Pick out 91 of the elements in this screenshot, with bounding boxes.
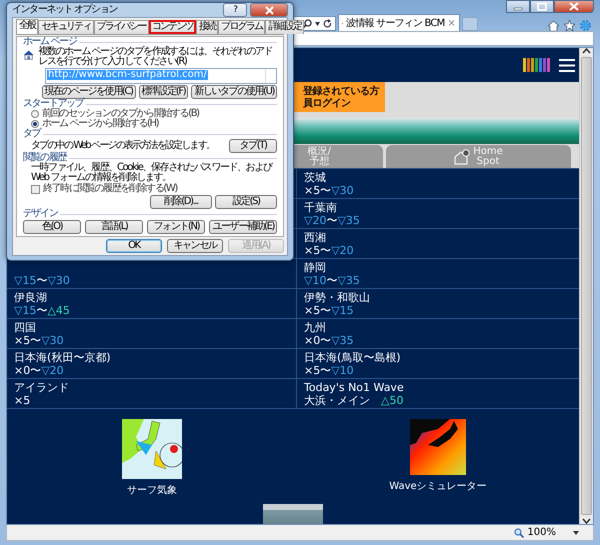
- dialog-tab[interactable]: プライバシー: [94, 20, 149, 34]
- section-heading: 閲覧の履歴: [23, 153, 66, 163]
- nav-tab-label: Home Spot: [473, 146, 503, 166]
- dialog-button[interactable]: ユーザー補助(E): [209, 220, 277, 234]
- weather-map-drawing[interactable]: [122, 419, 182, 479]
- logo-bars-icon: [523, 58, 551, 72]
- dialog-tab[interactable]: プログラム: [218, 20, 266, 34]
- zoom-level[interactable]: 100%: [527, 527, 556, 538]
- dialog-tab[interactable]: セキュリティ: [38, 20, 94, 34]
- scroll-down-icon[interactable]: [582, 518, 591, 524]
- section-heading: タブ: [23, 129, 40, 139]
- window-button[interactable]: [506, 0, 530, 13]
- search-icon[interactable]: [302, 18, 312, 28]
- help-button[interactable]: ?: [223, 3, 247, 17]
- dialog-tab[interactable]: コンテンツ: [148, 20, 196, 34]
- feature-label[interactable]: Waveシミュレーター: [389, 481, 487, 492]
- feature-label[interactable]: サーフ気象: [127, 485, 177, 496]
- caret-icon[interactable]: [573, 530, 579, 534]
- window-button[interactable]: [530, 0, 554, 13]
- star-icon[interactable]: [564, 20, 575, 31]
- wave-forecast: ×5〜▽30: [304, 184, 355, 197]
- close-button[interactable]: [250, 3, 288, 17]
- wave-forecast: ▽20〜▽35: [304, 214, 361, 227]
- wave-forecast: ×0〜▽35: [304, 334, 355, 347]
- close-icon: [568, 2, 580, 11]
- caret-icon[interactable]: [315, 22, 320, 26]
- spot-name: 静岡: [304, 261, 327, 274]
- section-heading: デザイン: [23, 209, 58, 219]
- dialog-button[interactable]: 設定(S): [215, 195, 277, 209]
- wave-forecast: ×5〜▽30: [14, 334, 65, 347]
- wave-forecast: ×5〜▽20: [304, 244, 355, 257]
- wave-forecast: ▽10〜▽35: [304, 274, 361, 287]
- wave-forecast: 大浜・メイン △50: [304, 394, 404, 407]
- dialog-tab[interactable]: 詳細設定: [265, 20, 304, 34]
- house-icon: [454, 148, 470, 164]
- radio-label: ホーム ページから開始する(H): [42, 119, 158, 129]
- dialog-button[interactable]: キャンセル: [167, 239, 223, 253]
- dialog-button[interactable]: フォント(N): [147, 220, 206, 234]
- dialog-tab[interactable]: 接続: [196, 20, 218, 34]
- radio-button[interactable]: [31, 110, 39, 118]
- tab-title: 波情報 サーフィン BCM: [346, 16, 444, 30]
- wave-forecast: ×5〜▽15: [304, 304, 355, 317]
- section-heading: スタートアップ: [23, 99, 84, 109]
- spot-name: 四国: [14, 321, 37, 334]
- nav-tab-label: 概況/ 予想: [308, 146, 331, 166]
- dialog-button: 適用(A): [228, 239, 284, 253]
- spot-name: 日本海(鳥取〜島根): [304, 351, 402, 364]
- refresh-icon[interactable]: [323, 18, 332, 28]
- dialog-button[interactable]: OK: [106, 239, 162, 253]
- spot-name: Today's No1 Wave: [304, 381, 405, 394]
- dialog-button[interactable]: 標準設定(F): [138, 85, 188, 99]
- zoom-icon: [514, 528, 524, 538]
- spot-name: 西湘: [304, 231, 327, 244]
- dialog-tab[interactable]: 全般: [16, 19, 38, 34]
- scroll-up-icon[interactable]: [582, 48, 591, 54]
- tab-settings-description: タブの中の Web ページの表示方法を設定します。: [31, 141, 214, 151]
- wave-forecast: ×0〜▽20: [14, 364, 65, 377]
- menu-icon[interactable]: [559, 58, 575, 72]
- spot-name: 日本海(秋田〜京都): [14, 351, 112, 364]
- spot-name: 伊良湖: [14, 291, 48, 304]
- dialog-button[interactable]: 新しいタブの使用(U): [191, 85, 277, 99]
- spot-name: 九州: [304, 321, 327, 334]
- dialog-button[interactable]: 削除(D)...: [150, 195, 212, 209]
- spot-name: アイランド: [14, 381, 70, 394]
- spot-name: 茨城: [304, 171, 327, 184]
- wave-forecast: ▽15〜△45: [14, 304, 71, 317]
- history-description: 一時ファイル、履歴、Cookie、保存されたパスワード、および Web フォームの情報を削除します。: [30, 163, 274, 183]
- dialog-button[interactable]: タブ(T): [229, 139, 277, 153]
- tab-close-button[interactable]: ×: [447, 18, 456, 28]
- checkbox-label: 終了時に閲覧の履歴を削除する(W): [43, 184, 177, 194]
- spot-name: 千葉南: [304, 201, 338, 214]
- maximize-icon: [536, 2, 548, 11]
- scrollbar[interactable]: [579, 48, 593, 524]
- radio-button[interactable]: [31, 120, 39, 128]
- section-heading: ホーム ページ: [23, 37, 76, 47]
- dialog-button[interactable]: 現在のページを使用(C): [42, 85, 136, 99]
- spot-name: 伊勢・和歌山: [304, 291, 371, 304]
- wave-forecast: ×5〜▽10: [304, 364, 355, 377]
- home-icon[interactable]: [548, 20, 559, 30]
- dialog-button[interactable]: 色(O): [23, 220, 82, 234]
- wave-heatmap-drawing[interactable]: [410, 419, 466, 475]
- window-button[interactable]: [554, 0, 594, 13]
- dialog-button[interactable]: 言語(L): [85, 220, 144, 234]
- close-icon: [264, 6, 274, 15]
- wave-forecast: ▽15〜▽30: [14, 274, 71, 287]
- home-page-instructions: 複数のホーム ページのタブを作成するには、それぞれのアドレスを行で分けて入力してください(R): [38, 47, 274, 67]
- browser-tab[interactable]: 波情報 サーフィン BCM ×: [338, 14, 460, 31]
- dialog-title: インターネット オプション: [12, 5, 118, 15]
- wave-forecast: ×5: [14, 394, 32, 407]
- checkbox[interactable]: [31, 184, 40, 194]
- radio-label: 前回のセッションのタブから開始する(B): [42, 109, 199, 119]
